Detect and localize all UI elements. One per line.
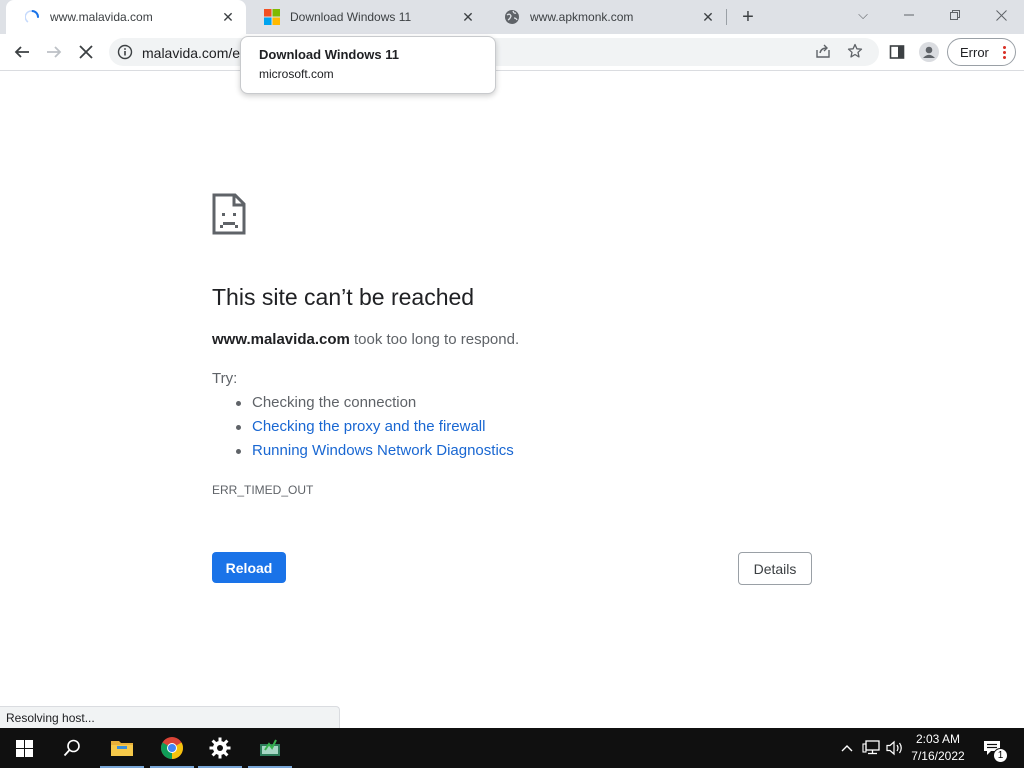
microsoft-logo-icon (264, 9, 280, 25)
tab-separator (726, 9, 727, 25)
tab-close-icon[interactable]: ✕ (458, 7, 478, 27)
tab-apkmonk[interactable]: www.apkmonk.com ✕ (486, 0, 726, 34)
error-host: www.malavida.com (212, 331, 350, 348)
tab-close-icon[interactable]: ✕ (218, 7, 238, 27)
browser-error-menu-button[interactable]: Error (947, 38, 1016, 66)
tab-title: www.apkmonk.com (530, 10, 634, 24)
error-message: took too long to respond. (349, 331, 520, 348)
windows-taskbar: 2:03 AM 7/16/2022 1 (0, 728, 1024, 768)
suggestion-check-connection: Checking the connection (236, 394, 514, 418)
kebab-menu-icon (1003, 46, 1007, 59)
side-panel-button[interactable] (883, 38, 911, 66)
chrome-icon (161, 737, 183, 759)
bookmark-star-icon[interactable] (847, 43, 863, 64)
tab-malavida[interactable]: www.malavida.com ✕ (6, 0, 246, 34)
tab-search-icon[interactable]: ⌵ (840, 0, 886, 30)
details-button[interactable]: Details (738, 552, 812, 585)
suggestion-network-diagnostics-link[interactable]: Running Windows Network Diagnostics (236, 442, 514, 466)
tab-title: Download Windows 11 (290, 10, 412, 24)
taskbar-app[interactable] (246, 728, 294, 768)
start-button[interactable] (0, 728, 48, 768)
error-code: ERR_TIMED_OUT (212, 483, 314, 497)
globe-icon (504, 9, 520, 25)
file-explorer-icon (111, 741, 133, 756)
browser-toolbar: malavida.com/e (0, 34, 1024, 71)
error-heading: This site can’t be reached (212, 284, 475, 310)
hover-card-title: Download Windows 11 (259, 47, 400, 62)
notification-count-badge: 1 (993, 748, 1008, 763)
tab-download-windows[interactable]: Download Windows 11 ✕ (246, 0, 486, 34)
url-text: malavida.com/e (142, 45, 241, 61)
forward-arrow-icon (47, 46, 62, 58)
suggestion-check-proxy-link[interactable]: Checking the proxy and the firewall (236, 418, 514, 442)
search-icon (63, 739, 80, 757)
network-icon (862, 740, 880, 755)
error-chip-label: Error (960, 44, 989, 60)
taskbar-settings[interactable] (196, 728, 244, 768)
clock-date: 7/16/2022 (911, 749, 965, 763)
taskbar-chrome[interactable] (148, 728, 196, 768)
new-tab-button[interactable]: + (736, 5, 760, 29)
back-arrow-icon (14, 46, 29, 58)
side-panel-icon (889, 45, 905, 59)
taskbar-search-button[interactable] (48, 728, 96, 768)
close-window-button[interactable] (978, 0, 1024, 30)
chevron-up-icon (841, 745, 853, 752)
info-icon[interactable] (117, 44, 133, 60)
settings-gear-icon (209, 737, 231, 759)
show-hidden-icons-button[interactable] (838, 728, 856, 768)
error-description: www.malavida.com took too long to respon… (212, 331, 519, 348)
speaker-icon (886, 740, 902, 756)
taskbar-file-explorer[interactable] (98, 728, 146, 768)
profile-button[interactable] (915, 38, 943, 66)
profile-avatar-icon (919, 42, 939, 62)
stop-loading-button[interactable] (72, 38, 100, 66)
back-button[interactable] (8, 38, 36, 66)
app-icon (260, 739, 280, 756)
restore-button[interactable] (932, 0, 978, 30)
reload-button[interactable]: Reload (212, 552, 286, 583)
hover-card-domain: microsoft.com (259, 67, 334, 81)
try-label: Try: (212, 370, 238, 387)
sad-page-icon (212, 193, 246, 235)
forward-button[interactable] (40, 38, 68, 66)
tab-hover-card: Download Windows 11 microsoft.com (240, 36, 496, 94)
loading-spinner-icon (24, 9, 40, 25)
status-bubble: Resolving host... (0, 706, 340, 728)
windows-start-icon (15, 739, 33, 757)
tab-close-icon[interactable]: ✕ (698, 7, 718, 27)
tab-strip: www.malavida.com ✕ Download Windows 11 ✕… (0, 0, 1024, 34)
stop-x-icon (79, 45, 93, 59)
suggestion-list: Checking the connection Checking the pro… (236, 394, 514, 466)
clock-time: 2:03 AM (915, 732, 961, 746)
tab-title: www.malavida.com (50, 10, 153, 24)
network-tray-button[interactable] (860, 728, 882, 768)
volume-tray-button[interactable] (884, 728, 906, 768)
share-icon[interactable] (815, 43, 831, 64)
minimize-button[interactable] (886, 0, 932, 30)
taskbar-clock[interactable]: 2:03 AM 7/16/2022 (906, 731, 970, 765)
